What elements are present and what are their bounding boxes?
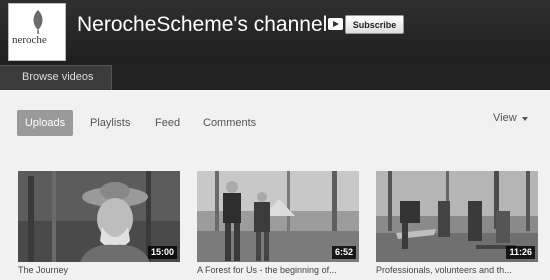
video-thumbnail[interactable]: 15:00	[18, 171, 180, 262]
video-duration: 15:00	[147, 246, 177, 259]
video-duration: 6:52	[331, 246, 356, 259]
video-thumbnail[interactable]: 11:26	[376, 171, 538, 262]
channel-title: NerocheScheme's channel	[77, 13, 328, 36]
video-duration: 11:26	[506, 246, 535, 259]
video-title[interactable]: A Forest for Us - the beginning of...	[197, 265, 365, 275]
nav-comments[interactable]: Comments	[203, 110, 256, 136]
youtube-icon	[328, 18, 343, 30]
video-title[interactable]: Professionals, volunteers and th...	[376, 265, 544, 275]
nav-feed[interactable]: Feed	[155, 110, 180, 136]
channel-logo[interactable]: neroche	[8, 3, 66, 61]
nav-playlists[interactable]: Playlists	[90, 110, 130, 136]
subscribe-button[interactable]: Subscribe	[345, 15, 404, 34]
chevron-down-icon[interactable]	[522, 117, 528, 121]
nav-uploads[interactable]: Uploads	[17, 110, 73, 136]
tree-logo-icon	[33, 10, 43, 34]
logo-text: neroche	[12, 34, 47, 46]
tab-browse-videos[interactable]: Browse videos	[0, 65, 112, 90]
video-title[interactable]: The Journey	[18, 265, 186, 275]
video-thumbnail[interactable]: 6:52	[197, 171, 359, 262]
view-dropdown[interactable]: View	[493, 112, 517, 124]
